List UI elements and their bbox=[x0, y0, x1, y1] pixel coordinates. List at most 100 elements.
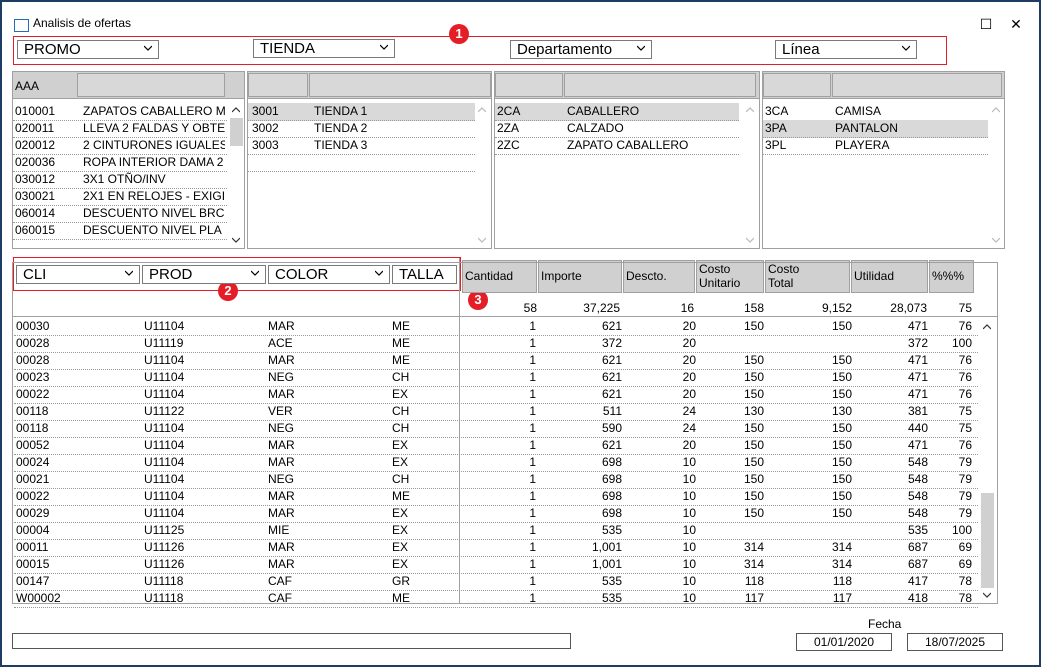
cell-prod: U11104 bbox=[144, 472, 185, 486]
cell-cantidad: 1 bbox=[529, 319, 536, 333]
promo-list-item[interactable]: 030012 3X1 OTÑO/INV bbox=[13, 171, 227, 189]
scroll-up-icon[interactable] bbox=[992, 107, 1000, 113]
scroll-down-icon[interactable] bbox=[983, 592, 991, 598]
tienda-code: 3001 bbox=[252, 104, 279, 118]
table-row[interactable]: 00030 U11104 MAR ME 1 621 20 150 150 471 76 bbox=[14, 318, 978, 336]
linea-list-item[interactable]: 3PL PLAYERA bbox=[763, 137, 988, 155]
cell-pct: 100 bbox=[951, 523, 972, 537]
tienda-desc: TIENDA 1 bbox=[314, 104, 368, 118]
cell-costo-unitario: 314 bbox=[743, 540, 764, 554]
scroll-up-icon[interactable] bbox=[478, 107, 486, 113]
cell-talla: ME bbox=[392, 353, 410, 367]
cell-costo-total: 118 bbox=[832, 574, 852, 588]
tienda-list-item[interactable]: 3002 TIENDA 2 bbox=[248, 120, 475, 138]
linea-list-item[interactable]: 3PA PANTALON bbox=[763, 120, 988, 138]
close-button[interactable]: ✕ bbox=[1008, 16, 1024, 32]
scroll-down-icon[interactable] bbox=[746, 237, 754, 243]
color-dropdown[interactable]: COLOR bbox=[268, 265, 390, 284]
table-row[interactable]: 00118 U11104 NEG CH 1 590 24 150 150 440 75 bbox=[14, 420, 978, 438]
col-header-costo-unitario[interactable]: Costo Unitario bbox=[696, 260, 764, 293]
table-row[interactable]: 00029 U11104 MAR EX 1 698 10 150 150 548 79 bbox=[14, 505, 978, 523]
table-row[interactable]: 00015 U11126 MAR EX 1 1,001 10 314 314 687 69 bbox=[14, 556, 978, 574]
cell-cantidad: 1 bbox=[529, 489, 536, 503]
table-row[interactable]: 00118 U11122 VER CH 1 511 24 130 130 381 75 bbox=[14, 403, 978, 421]
linea-list-item[interactable]: 3CA CAMISA bbox=[763, 103, 988, 121]
departamento-list-item[interactable]: 2ZC ZAPATO CABALLERO bbox=[495, 137, 739, 155]
promo-code: 060015 bbox=[15, 223, 56, 237]
table-row[interactable]: 00022 U11104 MAR ME 1 698 10 150 150 548 79 bbox=[14, 488, 978, 506]
cell-talla: CH bbox=[392, 370, 410, 384]
cell-costo-total: 150 bbox=[831, 387, 852, 401]
cell-costo-unitario: 150 bbox=[743, 455, 764, 469]
col-header-costo-total[interactable]: Costo Total bbox=[765, 260, 850, 293]
departamento-desc: CABALLERO bbox=[567, 104, 640, 118]
col-header-importe[interactable]: Importe bbox=[538, 260, 622, 293]
promo-scrollbar[interactable] bbox=[229, 103, 244, 248]
tienda-list-item[interactable]: 3001 TIENDA 1 bbox=[248, 103, 475, 121]
promo-list-item[interactable]: 060014 DESCUENTO NIVEL BRC bbox=[13, 205, 227, 223]
promo-list-item[interactable]: 020012 2 CINTURONES IGUALES bbox=[13, 137, 227, 155]
promo-dropdown[interactable]: PROMO bbox=[17, 40, 159, 59]
col-header-costo-total-line2: Total bbox=[768, 276, 794, 290]
col-header-cantidad[interactable]: Cantidad bbox=[462, 260, 537, 293]
tienda-list-item[interactable]: 3003 TIENDA 3 bbox=[248, 137, 475, 155]
cell-importe: 1,001 bbox=[591, 557, 622, 571]
departamento-scrollbar[interactable] bbox=[743, 103, 758, 248]
departamento-list-item[interactable]: 2CA CABALLERO bbox=[495, 103, 739, 121]
grid-scrollbar[interactable] bbox=[980, 318, 995, 604]
scroll-up-icon[interactable] bbox=[983, 324, 991, 330]
table-row[interactable]: 00024 U11104 MAR EX 1 698 10 150 150 548 79 bbox=[14, 454, 978, 472]
departamento-dropdown[interactable]: Departamento bbox=[510, 40, 652, 59]
fecha-desde-field[interactable]: 01/01/2020 bbox=[796, 633, 892, 651]
cell-costo-total: 150 bbox=[831, 438, 852, 452]
col-header-descto[interactable]: Descto. bbox=[623, 260, 695, 293]
cell-prod: U11104 bbox=[144, 353, 185, 367]
table-row[interactable]: 00021 U11104 NEG CH 1 698 10 150 150 548 79 bbox=[14, 471, 978, 489]
linea-dropdown[interactable]: Línea bbox=[775, 40, 917, 59]
promo-list-item[interactable]: 060015 DESCUENTO NIVEL PLA bbox=[13, 222, 227, 240]
cell-costo-unitario: 150 bbox=[743, 506, 764, 520]
cli-dropdown[interactable]: CLI bbox=[16, 265, 140, 284]
maximize-button[interactable]: ☐ bbox=[978, 16, 994, 32]
table-row[interactable]: 00028 U11119 ACE ME 1 372 20 372 100 bbox=[14, 335, 978, 353]
tienda-panel: 3001 TIENDA 1 3002 TIENDA 2 3003 TIENDA 3 bbox=[247, 71, 492, 249]
table-row[interactable]: 00004 U11125 MIE EX 1 535 10 535 100 bbox=[14, 522, 978, 540]
promo-header-desc bbox=[77, 73, 225, 97]
cell-cantidad: 1 bbox=[529, 455, 536, 469]
grid-top-border bbox=[12, 316, 998, 317]
chevron-down-icon bbox=[902, 45, 910, 51]
grid-scroll-thumb[interactable] bbox=[981, 493, 994, 588]
table-row[interactable]: 00011 U11126 MAR EX 1 1,001 10 314 314 687 69 bbox=[14, 539, 978, 557]
linea-scrollbar[interactable] bbox=[989, 103, 1004, 248]
promo-list-item[interactable]: 020036 ROPA INTERIOR DAMA 2 bbox=[13, 154, 227, 172]
table-row[interactable]: 00028 U11104 MAR ME 1 621 20 150 150 471 76 bbox=[14, 352, 978, 370]
table-row[interactable]: 00147 U11118 CAF GR 1 535 10 118 118 417 78 bbox=[14, 573, 978, 591]
promo-scroll-thumb[interactable] bbox=[230, 118, 243, 146]
cell-prod: U11104 bbox=[144, 421, 185, 435]
promo-list-item[interactable]: 020011 LLEVA 2 FALDAS Y OBTE bbox=[13, 120, 227, 138]
cell-costo-total: 150 bbox=[831, 353, 852, 367]
table-row[interactable]: 00022 U11104 MAR EX 1 621 20 150 150 471 76 bbox=[14, 386, 978, 404]
scroll-down-icon[interactable] bbox=[232, 237, 240, 243]
col-header-pct[interactable]: %%% bbox=[929, 260, 974, 293]
talla-input[interactable]: TALLA bbox=[392, 265, 457, 284]
tienda-scrollbar[interactable] bbox=[475, 103, 490, 248]
promo-list-item[interactable]: 010001 ZAPATOS CABALLERO M bbox=[13, 103, 227, 121]
cell-cli: 00029 bbox=[16, 506, 50, 520]
col-header-utilidad[interactable]: Utilidad bbox=[851, 260, 928, 293]
scroll-up-icon[interactable] bbox=[232, 107, 240, 113]
table-row[interactable]: 00023 U11104 NEG CH 1 621 20 150 150 471 76 bbox=[14, 369, 978, 387]
cell-costo-unitario: 150 bbox=[743, 319, 764, 333]
tienda-list-item[interactable] bbox=[248, 154, 475, 172]
tienda-dropdown[interactable]: TIENDA bbox=[253, 39, 395, 58]
prod-dropdown[interactable]: PROD bbox=[142, 265, 266, 284]
scroll-up-icon[interactable] bbox=[746, 107, 754, 113]
cell-descto: 20 bbox=[682, 438, 696, 452]
table-row[interactable]: 00052 U11104 MAR EX 1 621 20 150 150 471 76 bbox=[14, 437, 978, 455]
promo-list-item[interactable]: 030021 2X1 EN RELOJES - EXIGI bbox=[13, 188, 227, 206]
departamento-list-item[interactable]: 2ZA CALZADO bbox=[495, 120, 739, 138]
fecha-hasta-field[interactable]: 18/07/2025 bbox=[907, 633, 1003, 651]
table-row[interactable]: W00002 U11118 CAF ME 1 535 10 117 117 418 78 bbox=[14, 590, 978, 608]
scroll-down-icon[interactable] bbox=[478, 237, 486, 243]
scroll-down-icon[interactable] bbox=[992, 237, 1000, 243]
